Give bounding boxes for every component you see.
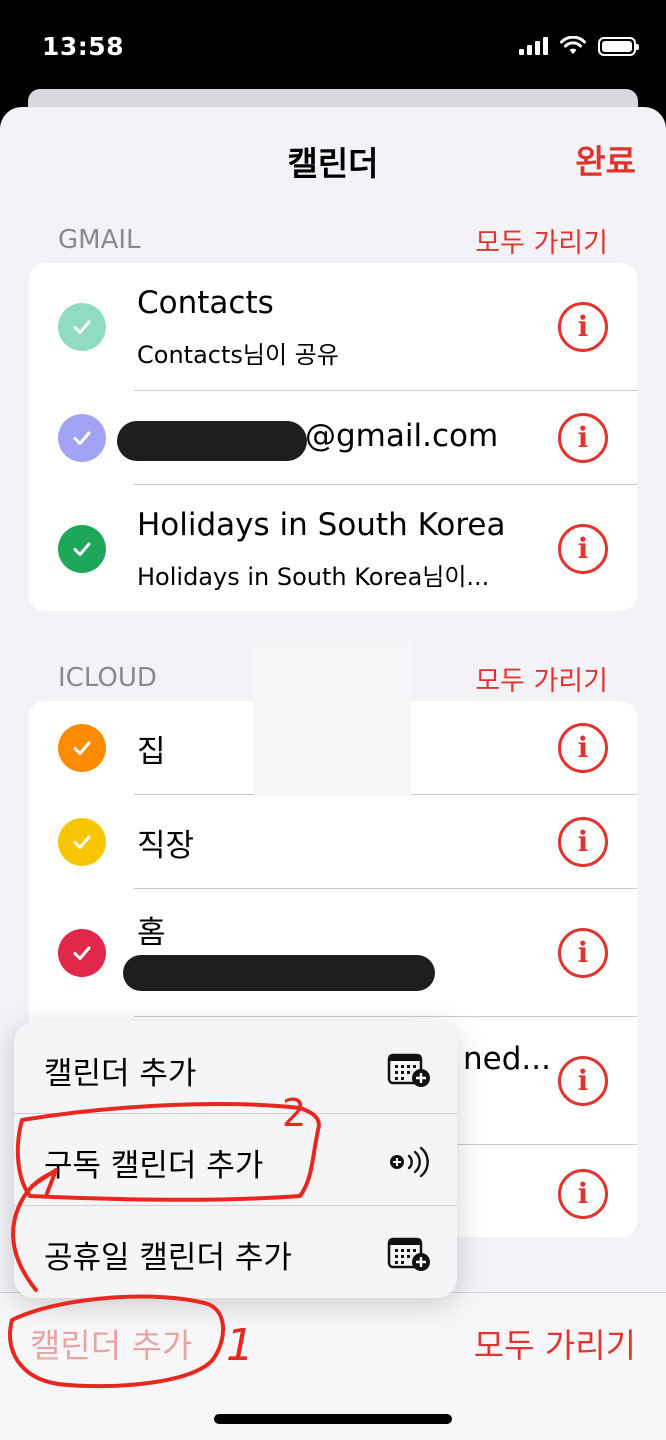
gmail-calendar-list: Contacts Contacts님이 공유 i @gmail.com i Ho… xyxy=(29,263,637,611)
home-indicator xyxy=(214,1414,452,1424)
calendar-title: @gmail.com xyxy=(305,418,499,454)
subscribe-broadcast-icon xyxy=(390,1146,429,1178)
calendar-row-gmail-account[interactable]: @gmail.com i xyxy=(29,391,637,485)
hide-all-calendars-button[interactable]: 모두 가리기 xyxy=(474,1319,636,1367)
status-icons xyxy=(519,36,639,56)
calendar-add-icon xyxy=(387,1237,430,1271)
info-icon[interactable]: i xyxy=(558,928,608,978)
calendar-row-hom[interactable]: 홈 i xyxy=(29,889,637,1017)
info-icon[interactable]: i xyxy=(558,723,608,773)
info-icon[interactable]: i xyxy=(558,302,608,352)
info-icon[interactable]: i xyxy=(558,817,608,867)
checkmark-icon[interactable] xyxy=(58,929,106,977)
done-button[interactable]: 완료 xyxy=(575,135,636,183)
menu-item-add-calendar[interactable]: 캘린더 추가 xyxy=(14,1022,457,1114)
status-time: 13:58 xyxy=(42,32,125,61)
calendar-title: Holidays in South Korea xyxy=(137,507,506,543)
page-title: 캘린더 xyxy=(287,144,379,183)
wifi-icon xyxy=(560,36,586,54)
calendar-subtitle: Holidays in South Korea님이... xyxy=(137,563,490,591)
icloud-section-header: ICLOUD xyxy=(58,663,157,693)
add-calendar-menu: 캘린더 추가 구독 캘린더 추가 공휴일 캘린더 추가 xyxy=(14,1022,457,1298)
checkmark-icon[interactable] xyxy=(58,818,106,866)
calendar-add-icon xyxy=(387,1053,430,1087)
checkmark-icon[interactable] xyxy=(58,414,106,462)
gmail-section-header: GMAIL xyxy=(58,225,141,255)
calendar-title: 직장 xyxy=(137,828,195,864)
cellular-signal-icon xyxy=(519,37,548,55)
menu-item-label: 구독 캘린더 추가 xyxy=(44,1148,264,1184)
info-icon[interactable]: i xyxy=(558,1056,608,1106)
calendar-title: ned... xyxy=(463,1041,551,1077)
calendar-subtitle: Contacts님이 공유 xyxy=(137,341,339,369)
add-calendar-button[interactable]: 캘린더 추가 xyxy=(30,1319,192,1367)
redacted-email xyxy=(117,421,307,461)
calendar-row-work[interactable]: 직장 i xyxy=(29,795,637,889)
info-icon[interactable]: i xyxy=(558,524,608,574)
gmail-hide-all-button[interactable]: 모두 가리기 xyxy=(475,221,608,260)
checkmark-icon[interactable] xyxy=(58,724,106,772)
checkmark-icon[interactable] xyxy=(58,525,106,573)
calendar-row-contacts[interactable]: Contacts Contacts님이 공유 i xyxy=(29,263,637,391)
battery-icon xyxy=(598,36,639,56)
checkmark-icon[interactable] xyxy=(58,303,106,351)
calendar-row-holidays-korea[interactable]: Holidays in South Korea Holidays in Sout… xyxy=(29,485,637,611)
icloud-hide-all-button[interactable]: 모두 가리기 xyxy=(475,659,608,698)
calendar-title: 집 xyxy=(137,734,166,770)
white-patch xyxy=(254,641,411,796)
menu-item-add-holiday-calendar[interactable]: 공휴일 캘린더 추가 xyxy=(14,1206,457,1298)
calendar-title: Contacts xyxy=(137,285,274,321)
menu-item-label: 캘린더 추가 xyxy=(44,1056,197,1092)
redacted-text xyxy=(123,955,435,991)
calendar-title: 홈 xyxy=(137,915,166,951)
info-icon[interactable]: i xyxy=(558,413,608,463)
menu-item-add-subscribed-calendar[interactable]: 구독 캘린더 추가 xyxy=(14,1114,457,1206)
info-icon[interactable]: i xyxy=(558,1169,608,1219)
menu-item-label: 공휴일 캘린더 추가 xyxy=(44,1240,292,1276)
status-bar: 13:58 xyxy=(0,0,666,96)
